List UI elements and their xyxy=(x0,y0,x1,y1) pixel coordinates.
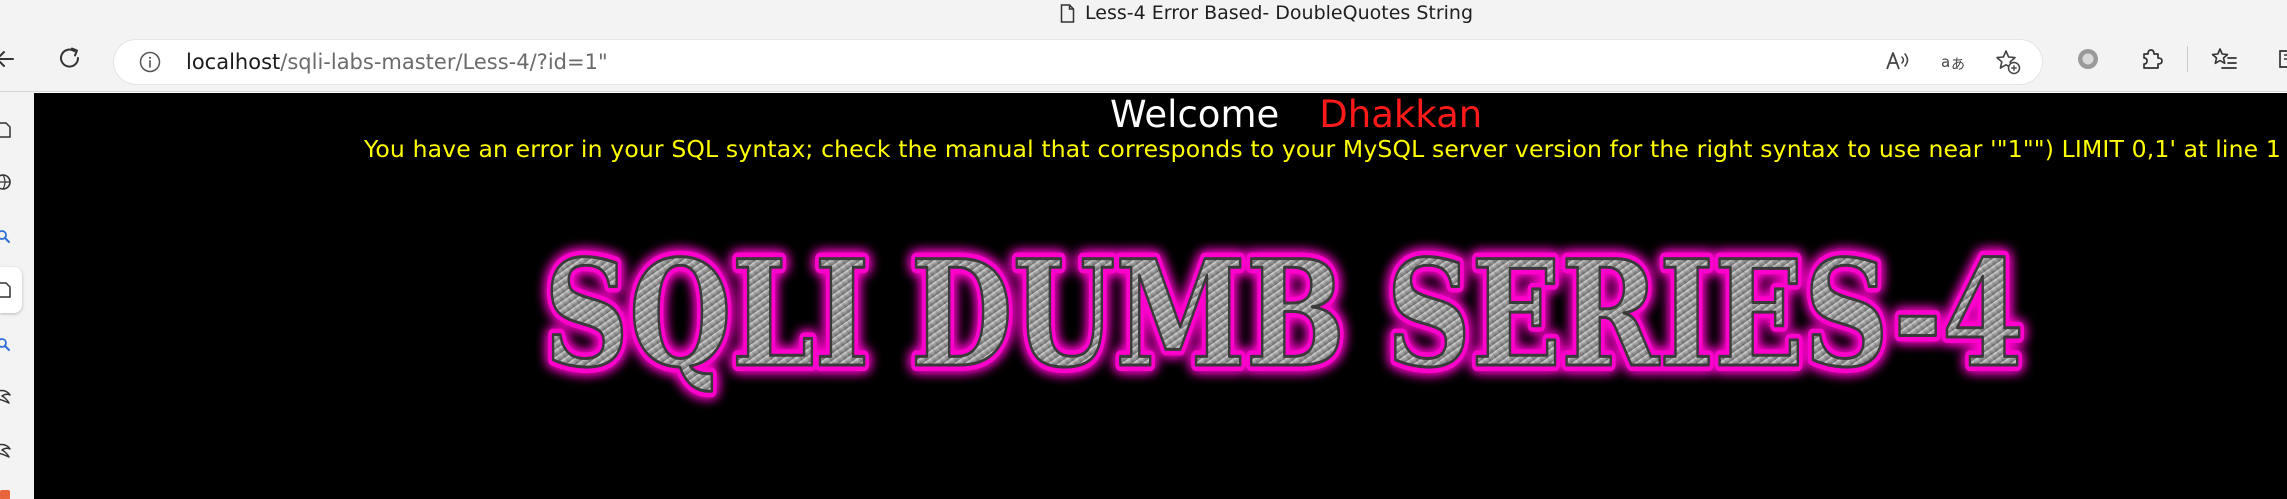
extensions-button[interactable] xyxy=(2134,26,2170,92)
document-icon xyxy=(0,282,11,298)
sqli-dumb-series-banner: SQLI DUMB SERIES-4 SQLI DUMB SERIES-4 xyxy=(538,223,2030,406)
bird-icon xyxy=(0,389,11,404)
record-circle-icon xyxy=(2078,49,2098,69)
translate-button[interactable]: a あ xyxy=(1940,48,1968,76)
url-host: localhost xyxy=(186,50,281,74)
favorites-list-icon xyxy=(2211,48,2237,69)
welcome-label: Welcome xyxy=(1110,93,1280,136)
back-arrow-icon xyxy=(0,51,14,67)
window-title: Less-4 Error Based- DoubleQuotes String xyxy=(1085,2,1474,24)
svg-text:あ: あ xyxy=(1951,57,1965,73)
sidebar-item-tab-1[interactable] xyxy=(0,112,34,148)
banner-text: SQLI DUMB SERIES-4 xyxy=(544,229,2024,400)
star-add-icon xyxy=(1996,50,2021,75)
translate-icon: a あ xyxy=(1941,53,1965,73)
document-icon xyxy=(0,122,11,138)
favorites-button[interactable] xyxy=(2206,26,2242,92)
browser-sidebar xyxy=(0,92,34,499)
sql-error-message: You have an error in your SQL syntax; ch… xyxy=(364,135,2281,163)
read-aloud-button[interactable] xyxy=(1884,48,1912,76)
url-text[interactable]: localhost/sqli-labs-master/Less-4/?id=1" xyxy=(186,40,608,84)
sidebar-item-tab-2[interactable] xyxy=(0,164,34,200)
search-icon xyxy=(0,230,10,243)
refresh-icon xyxy=(60,47,80,68)
document-icon xyxy=(1060,3,1075,23)
svg-text:a: a xyxy=(1941,53,1950,71)
toolbar-divider xyxy=(2187,46,2188,72)
sidebar-item-tab-3[interactable] xyxy=(0,218,34,254)
refresh-button[interactable] xyxy=(52,26,88,92)
browser-toolbar: localhost/sqli-labs-master/Less-4/?id=1"… xyxy=(0,26,2287,92)
favorite-button[interactable] xyxy=(1994,48,2022,76)
welcome-name: Dhakkan xyxy=(1319,93,1483,136)
sidebar-item-tab-8[interactable] xyxy=(0,480,34,499)
sidebar-item-tab-6[interactable] xyxy=(0,378,34,414)
globe-icon xyxy=(0,174,11,190)
extension-record-button[interactable] xyxy=(2070,26,2106,92)
sidebar-item-tab-5[interactable] xyxy=(0,326,34,362)
puzzle-icon xyxy=(2143,49,2163,69)
sidebar-item-tab-4[interactable] xyxy=(0,272,34,308)
sidebar-item-tab-7[interactable] xyxy=(0,432,34,468)
url-path: /sqli-labs-master/Less-4/?id=1" xyxy=(280,50,608,74)
app-icon xyxy=(0,490,10,499)
address-bar[interactable]: localhost/sqli-labs-master/Less-4/?id=1"… xyxy=(114,40,2042,84)
back-button[interactable] xyxy=(0,26,22,92)
read-aloud-icon xyxy=(1886,52,1909,70)
window-title-group: Less-4 Error Based- DoubleQuotes String xyxy=(1060,0,1473,26)
title-bar: Less-4 Error Based- DoubleQuotes String xyxy=(0,0,2287,26)
site-info-icon[interactable] xyxy=(138,50,162,74)
bird-icon xyxy=(0,443,11,458)
search-icon xyxy=(0,338,10,351)
collections-icon xyxy=(2279,50,2287,68)
collections-button[interactable] xyxy=(2270,26,2287,92)
